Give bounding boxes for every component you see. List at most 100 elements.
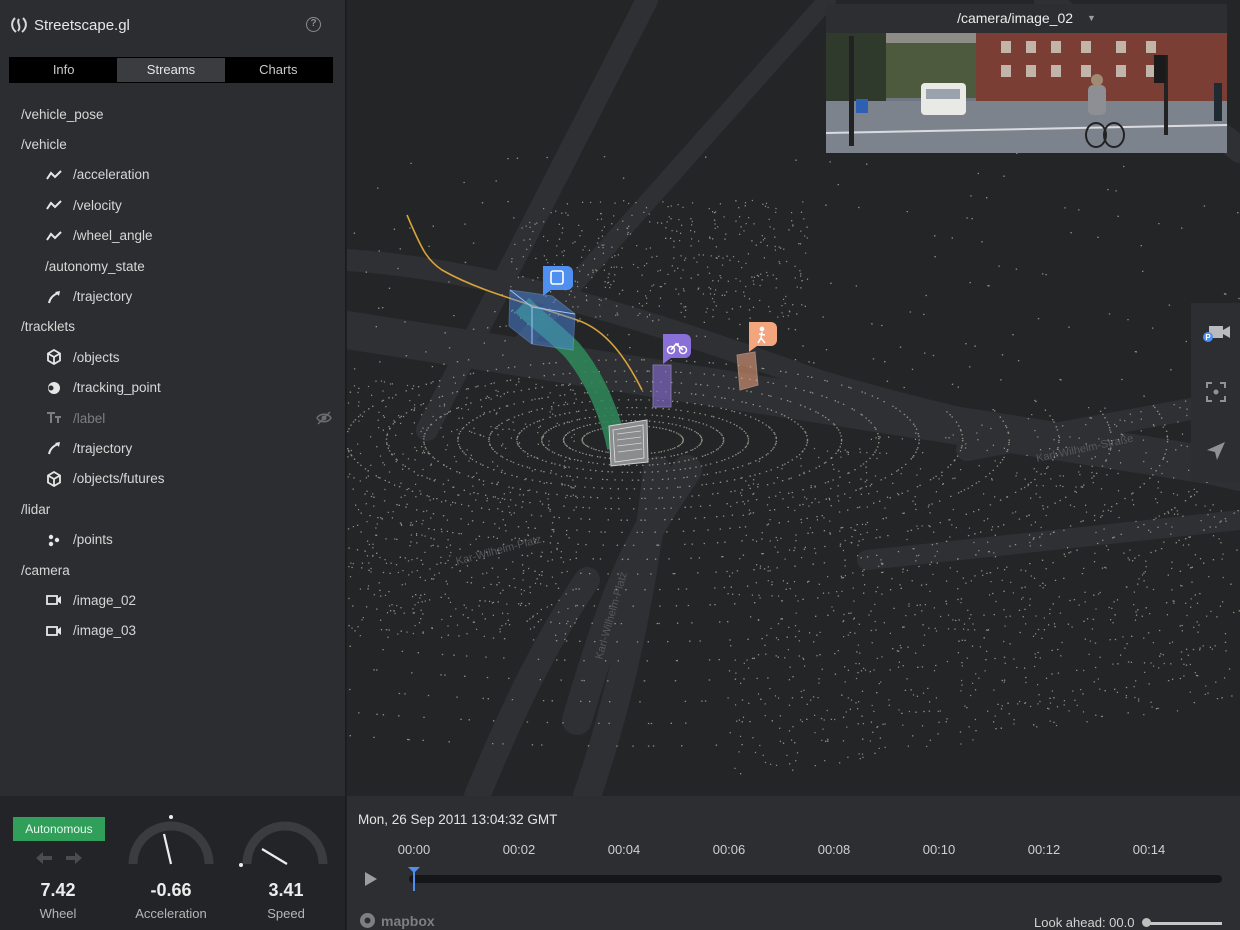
cube-icon bbox=[45, 348, 63, 366]
line-chart-icon bbox=[45, 166, 63, 184]
stream-label: /objects/futures bbox=[73, 471, 165, 487]
pedestrian-marker[interactable] bbox=[749, 322, 777, 352]
acceleration-metric: -0.66 Acceleration bbox=[128, 880, 214, 921]
time-tick: 00:04 bbox=[607, 842, 641, 857]
street-label: Kar-Wilhelm-Platz bbox=[455, 534, 543, 568]
stream-item[interactable]: /points bbox=[0, 524, 346, 554]
time-tick: 00:02 bbox=[502, 842, 536, 857]
stream-label: /camera bbox=[21, 562, 70, 578]
stream-label: /trajectory bbox=[73, 440, 133, 456]
stream-label: /image_03 bbox=[73, 623, 137, 639]
acceleration-gauge bbox=[128, 815, 214, 865]
look-ahead-slider-knob[interactable] bbox=[1142, 918, 1151, 927]
trajectory-icon bbox=[45, 439, 63, 457]
focus-frame-icon[interactable] bbox=[1191, 362, 1240, 421]
stream-label: /acceleration bbox=[73, 167, 150, 183]
time-tick: 00:00 bbox=[397, 842, 431, 857]
pedestrian-bounding-box bbox=[736, 351, 759, 391]
turn-signal-icon bbox=[36, 852, 82, 864]
time-tick: 00:08 bbox=[817, 842, 851, 857]
stream-label: /tracklets bbox=[21, 319, 76, 335]
mapbox-logo-icon bbox=[360, 913, 375, 928]
mapbox-label: mapbox bbox=[381, 912, 435, 929]
stream-label: /autonomy_state bbox=[45, 258, 145, 274]
stream-label: /vehicle bbox=[21, 137, 67, 153]
tab-info[interactable]: Info bbox=[10, 58, 117, 82]
acceleration-value: -0.66 bbox=[150, 880, 192, 900]
look-ahead-label: Look ahead: 00.0 bbox=[1034, 915, 1135, 930]
line-chart-icon bbox=[45, 196, 63, 214]
time-tick: 00:06 bbox=[712, 842, 746, 857]
timeline-cursor[interactable] bbox=[407, 866, 421, 892]
stream-item[interactable]: /trajectory bbox=[0, 281, 346, 311]
mapbox-attribution[interactable]: mapbox bbox=[359, 912, 435, 929]
navigate-arrow-icon[interactable] bbox=[1191, 421, 1240, 480]
speed-gauge bbox=[239, 821, 328, 867]
wheel-value: 7.42 bbox=[40, 880, 76, 900]
stream-item[interactable]: /image_03 bbox=[0, 616, 346, 646]
circle-point-icon bbox=[45, 379, 63, 397]
timeline-track[interactable] bbox=[409, 875, 1222, 883]
video-icon bbox=[45, 622, 63, 640]
stream-label: /label bbox=[73, 410, 106, 426]
speed-value: 3.41 bbox=[268, 880, 304, 900]
stream-item[interactable]: /wheel_angle bbox=[0, 221, 346, 251]
time-tick: 00:14 bbox=[1132, 842, 1166, 857]
tab-charts[interactable]: Charts bbox=[225, 58, 332, 82]
time-tick: 00:10 bbox=[922, 842, 956, 857]
stream-item[interactable]: /tracklets bbox=[0, 312, 346, 342]
stream-label: /velocity bbox=[73, 197, 122, 213]
camera-title: /camera/image_02 bbox=[957, 10, 1074, 26]
wheel-label: Wheel bbox=[39, 906, 77, 921]
view-tools: P bbox=[1191, 303, 1240, 482]
stream-item[interactable]: /trajectory bbox=[0, 433, 346, 463]
stream-item-hidden[interactable]: /label bbox=[0, 403, 346, 433]
video-icon bbox=[45, 591, 63, 609]
stream-item[interactable]: /image_02 bbox=[0, 585, 346, 615]
stream-label: /wheel_angle bbox=[73, 228, 153, 244]
visibility-off-icon[interactable] bbox=[316, 410, 332, 426]
play-icon[interactable] bbox=[364, 871, 378, 887]
chevron-down-icon[interactable]: ▼ bbox=[1087, 13, 1096, 23]
tab-bar: Info Streams Charts bbox=[9, 57, 333, 83]
line-chart-icon bbox=[45, 227, 63, 245]
help-icon[interactable]: ? bbox=[306, 17, 321, 32]
stream-label: /tracking_point bbox=[73, 380, 161, 396]
camera-view-icon[interactable]: P bbox=[1191, 303, 1240, 362]
stream-item[interactable]: /tracking_point bbox=[0, 373, 346, 403]
camera-header[interactable]: /camera/image_02 ▼ bbox=[826, 4, 1227, 32]
points-icon bbox=[45, 531, 63, 549]
map-3d-view[interactable]: Karl-Wilhelm-Platz Karl-Wilhelm-Straße K… bbox=[347, 0, 1240, 796]
autonomy-badge: Autonomous bbox=[13, 817, 105, 841]
look-ahead-slider-track[interactable] bbox=[1144, 922, 1222, 925]
acceleration-label: Acceleration bbox=[135, 906, 207, 921]
stream-item[interactable]: /objects/futures bbox=[0, 464, 346, 494]
cube-icon bbox=[45, 470, 63, 488]
stream-label: /trajectory bbox=[73, 289, 133, 305]
ego-vehicle bbox=[608, 419, 649, 467]
stream-label: /lidar bbox=[21, 501, 51, 517]
stream-item[interactable]: /vehicle_pose bbox=[0, 99, 346, 129]
stream-item[interactable]: /vehicle bbox=[0, 129, 346, 159]
stream-item[interactable]: /acceleration bbox=[0, 160, 346, 190]
stream-item[interactable]: /lidar bbox=[0, 494, 346, 524]
vehicle-metrics-panel: Autonomous 7.42 Wheel -0.66 Acceleration… bbox=[0, 796, 346, 930]
stream-list: /vehicle_pose /vehicle /acceleration /ve… bbox=[0, 99, 346, 646]
cyclist-bounding-box bbox=[652, 364, 672, 408]
app-title: Streetscape.gl bbox=[34, 16, 130, 34]
app-root: Streetscape.gl ? Info Streams Charts /ve… bbox=[0, 0, 1240, 930]
stream-item[interactable]: /camera bbox=[0, 555, 346, 585]
current-timestamp: Mon, 26 Sep 2011 13:04:32 GMT bbox=[358, 812, 558, 827]
stream-item[interactable]: /velocity bbox=[0, 190, 346, 220]
speed-label: Speed bbox=[267, 906, 305, 921]
svg-text:P: P bbox=[1205, 333, 1211, 342]
stream-item[interactable]: /objects bbox=[0, 342, 346, 372]
bicycle-marker[interactable] bbox=[663, 334, 691, 364]
stream-item[interactable]: /autonomy_state bbox=[0, 251, 346, 281]
tab-streams[interactable]: Streams bbox=[117, 58, 225, 82]
stream-label: /vehicle_pose bbox=[21, 106, 104, 122]
stream-label: /image_02 bbox=[73, 592, 137, 608]
speed-metric: 3.41 Speed bbox=[248, 880, 324, 921]
sidebar: Streetscape.gl ? Info Streams Charts /ve… bbox=[0, 0, 346, 796]
trajectory-icon bbox=[45, 288, 63, 306]
